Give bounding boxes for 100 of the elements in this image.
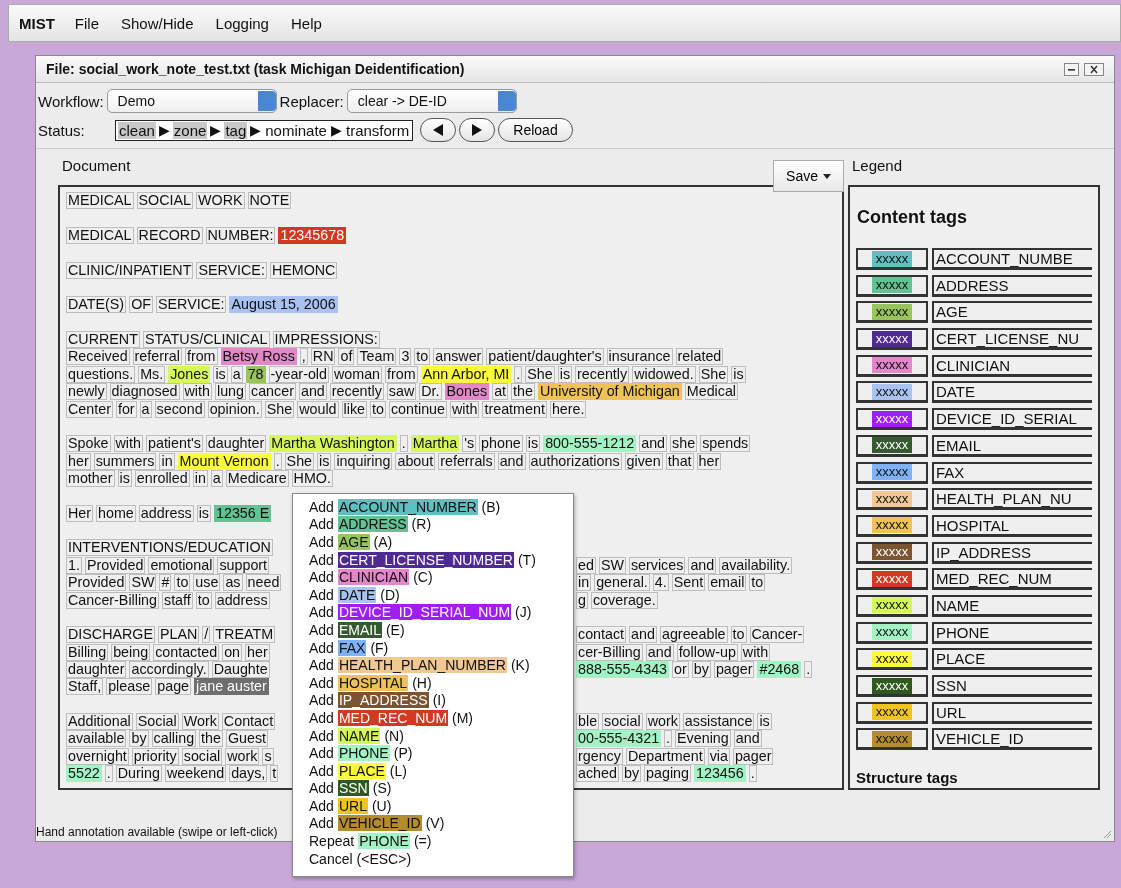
word-token[interactable]: HMO. bbox=[291, 469, 333, 487]
tag-sample-cell[interactable]: xxxxx bbox=[856, 301, 928, 324]
word-token[interactable]: follow-up bbox=[676, 643, 738, 661]
word-token[interactable]: that bbox=[665, 452, 694, 470]
word-token[interactable]: Her bbox=[66, 504, 94, 522]
word-token[interactable]: and bbox=[639, 435, 668, 453]
word-token[interactable]: Provided bbox=[66, 574, 127, 592]
word-token[interactable]: Spoke bbox=[66, 435, 111, 453]
word-token[interactable]: saw bbox=[386, 383, 417, 401]
tagged-phrase[interactable]: Bones bbox=[444, 383, 490, 401]
word-token[interactable]: at bbox=[492, 383, 509, 401]
previous-step-button[interactable] bbox=[420, 118, 457, 142]
word-token[interactable]: by bbox=[621, 765, 642, 783]
word-token[interactable]: a bbox=[139, 400, 152, 418]
word-token[interactable]: 's bbox=[462, 435, 477, 453]
tagged-phrase[interactable]: Jones bbox=[168, 365, 211, 383]
word-token[interactable]: SW bbox=[598, 556, 626, 574]
menu-item[interactable]: Show/Hide bbox=[121, 14, 194, 32]
word-token[interactable]: Provided bbox=[84, 556, 146, 574]
tag-sample-cell[interactable]: xxxxx bbox=[856, 621, 928, 644]
tag-name-cell[interactable]: PLACE bbox=[932, 648, 1092, 671]
word-token[interactable]: and bbox=[629, 626, 657, 644]
word-token[interactable]: in bbox=[576, 574, 592, 592]
tag-name-cell[interactable]: EMAIL bbox=[932, 434, 1092, 457]
word-token[interactable]: coverage. bbox=[590, 591, 658, 609]
tag-name-cell[interactable]: PHONE bbox=[932, 621, 1092, 644]
word-token[interactable]: use bbox=[193, 574, 221, 592]
tag-name-cell[interactable]: DATE bbox=[932, 381, 1092, 404]
word-token[interactable]: related bbox=[675, 348, 724, 366]
word-token[interactable]: emotional bbox=[148, 556, 215, 574]
tagged-phrase[interactable]: jane auster bbox=[194, 678, 269, 696]
word-token[interactable]: widowed. bbox=[632, 365, 696, 383]
word-token[interactable]: Ms. bbox=[138, 365, 166, 383]
word-token[interactable]: of bbox=[338, 348, 355, 366]
tagged-phrase[interactable]: University of Michigan bbox=[537, 383, 682, 401]
word-token[interactable]: SERVICE: bbox=[156, 296, 227, 314]
tag-sample-cell[interactable]: xxxxx bbox=[856, 408, 928, 431]
word-token[interactable]: in bbox=[159, 452, 175, 470]
word-token[interactable]: 4. bbox=[652, 574, 669, 592]
word-token[interactable]: . bbox=[273, 452, 282, 470]
word-token[interactable]: Staff, bbox=[66, 678, 104, 696]
word-token[interactable]: her bbox=[66, 452, 91, 470]
tag-name-cell[interactable]: ADDRESS bbox=[932, 274, 1092, 297]
word-token[interactable]: CLINIC/INPATIENT bbox=[66, 261, 194, 279]
word-token[interactable]: insurance bbox=[606, 348, 673, 366]
word-token[interactable]: from bbox=[184, 348, 218, 366]
word-token[interactable]: work bbox=[225, 747, 260, 765]
tag-name-cell[interactable]: CERT_LICENSE_NU bbox=[932, 328, 1092, 351]
menu-item[interactable]: File bbox=[74, 14, 99, 32]
word-token[interactable]: Medicare bbox=[225, 469, 289, 487]
word-token[interactable]: referrals bbox=[438, 452, 495, 470]
tag-name-cell[interactable]: HEALTH_PLAN_NU bbox=[932, 488, 1092, 511]
word-token[interactable]: daughter bbox=[205, 435, 267, 453]
word-token[interactable]: availability. bbox=[719, 556, 793, 574]
tag-name-cell[interactable]: DEVICE_ID_SERIAL bbox=[932, 408, 1092, 431]
word-token[interactable]: / bbox=[202, 626, 211, 644]
word-token[interactable]: pager bbox=[732, 747, 774, 765]
close-icon[interactable] bbox=[1084, 62, 1104, 76]
word-token[interactable]: with bbox=[450, 400, 480, 418]
tag-sample-cell[interactable]: xxxxx bbox=[856, 568, 928, 591]
word-token[interactable]: is bbox=[757, 713, 772, 731]
word-token[interactable]: authorizations bbox=[528, 452, 622, 470]
tag-sample-cell[interactable]: xxxxx bbox=[856, 274, 928, 297]
word-token[interactable]: to bbox=[730, 626, 747, 644]
word-token[interactable]: is bbox=[731, 365, 746, 383]
word-token[interactable]: to bbox=[749, 574, 766, 592]
menu-option[interactable]: Add PLACE (L) bbox=[309, 761, 573, 780]
menu-option[interactable]: Add FAX (F) bbox=[309, 638, 573, 657]
word-token[interactable]: She bbox=[264, 400, 295, 418]
tag-sample-cell[interactable]: xxxxx bbox=[856, 354, 928, 377]
menu-option[interactable]: Add URL (U) bbox=[309, 797, 573, 815]
word-token[interactable]: Dr. bbox=[419, 383, 442, 401]
word-token[interactable]: is bbox=[213, 365, 228, 383]
menu-option[interactable]: Add SSN (S) bbox=[309, 779, 573, 798]
menu-option[interactable]: Cancel (<ESC>) bbox=[309, 849, 573, 868]
word-token[interactable]: with bbox=[182, 383, 212, 401]
word-token[interactable]: DATE(S) bbox=[66, 296, 127, 314]
word-token[interactable]: social bbox=[181, 747, 223, 765]
word-token[interactable]: Received bbox=[66, 348, 130, 366]
word-token[interactable]: Work bbox=[181, 713, 219, 731]
word-token[interactable]: opinion. bbox=[207, 400, 262, 418]
word-token[interactable]: her bbox=[245, 643, 270, 661]
word-token[interactable]: as bbox=[223, 574, 243, 592]
tag-sample-cell[interactable]: xxxxx bbox=[856, 728, 928, 751]
menu-option[interactable]: Add VEHICLE_ID (V) bbox=[309, 814, 573, 833]
tag-sample-cell[interactable]: xxxxx bbox=[856, 248, 928, 270]
word-token[interactable]: g bbox=[576, 591, 588, 609]
tagged-phrase[interactable]: Mount Vernon bbox=[177, 452, 271, 470]
word-token[interactable]: cer-Billing bbox=[576, 643, 643, 661]
tag-sample-cell[interactable]: xxxxx bbox=[856, 701, 928, 724]
word-token[interactable]: for bbox=[115, 400, 137, 418]
word-token[interactable]: to bbox=[174, 574, 191, 592]
word-token[interactable]: STATUS/CLINICAL bbox=[142, 330, 270, 348]
word-token[interactable]: work bbox=[645, 713, 680, 731]
word-token[interactable]: treatment bbox=[482, 400, 547, 418]
tagged-phrase[interactable]: #2468 bbox=[757, 661, 802, 678]
word-token[interactable]: Sent bbox=[671, 574, 706, 592]
tag-name-cell[interactable]: AGE bbox=[932, 301, 1092, 324]
word-token[interactable]: DISCHARGE bbox=[66, 626, 155, 644]
menu-option[interactable]: Add MED_REC_NUM (M) bbox=[309, 709, 573, 727]
